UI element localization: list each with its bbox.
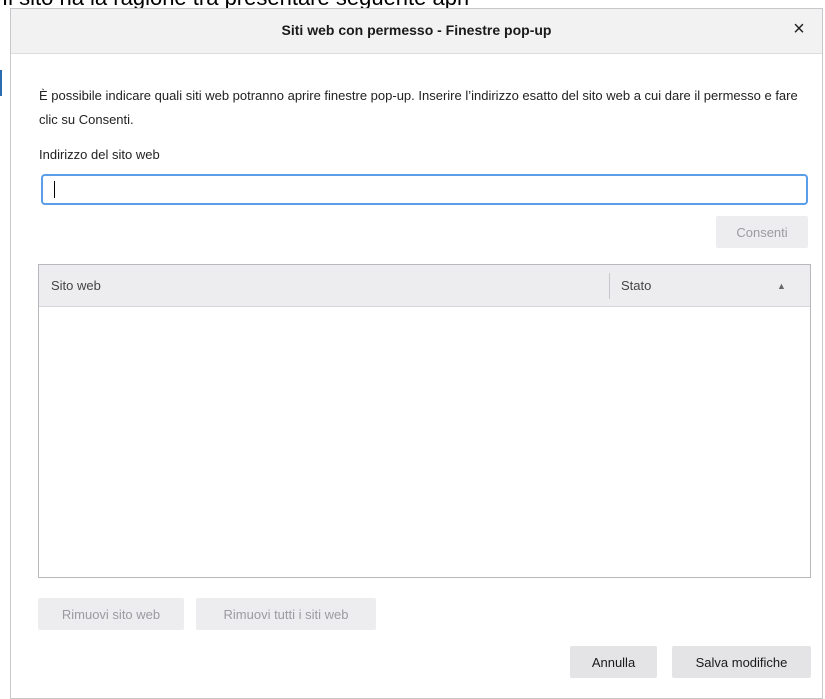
column-header-website[interactable]: Sito web (51, 278, 101, 293)
screen: Il sito ha la ragione tra presentare seg… (0, 0, 825, 699)
background-text: Il sito ha la ragione tra presentare seg… (0, 0, 469, 8)
address-field-label: Indirizzo del sito web (39, 147, 160, 162)
column-header-status[interactable]: Stato (621, 278, 651, 293)
permissions-dialog: Siti web con permesso - Finestre pop-up … (10, 8, 823, 699)
allow-button[interactable]: Consenti (716, 216, 808, 248)
background-cropped-text: Il sito ha la ragione tra presentare seg… (0, 0, 825, 8)
cancel-button[interactable]: Annulla (570, 646, 657, 678)
column-separator[interactable] (609, 273, 610, 299)
website-address-input[interactable] (41, 174, 808, 205)
background-edge-mark (0, 70, 2, 96)
dialog-title: Siti web con permesso - Finestre pop-up (281, 22, 552, 38)
dialog-titlebar: Siti web con permesso - Finestre pop-up … (11, 9, 822, 54)
remove-all-sites-button[interactable]: Rimuovi tutti i siti web (196, 598, 376, 630)
sites-table: Sito web Stato ▲ (38, 264, 811, 578)
table-body[interactable] (39, 307, 810, 577)
text-caret (54, 181, 55, 198)
remove-site-button[interactable]: Rimuovi sito web (38, 598, 184, 630)
sort-ascending-icon[interactable]: ▲ (777, 281, 786, 291)
save-changes-button[interactable]: Salva modifiche (672, 646, 811, 678)
table-header: Sito web Stato ▲ (39, 265, 810, 307)
close-icon[interactable]: × (788, 18, 810, 40)
dialog-description: È possibile indicare quali siti web potr… (39, 88, 798, 127)
